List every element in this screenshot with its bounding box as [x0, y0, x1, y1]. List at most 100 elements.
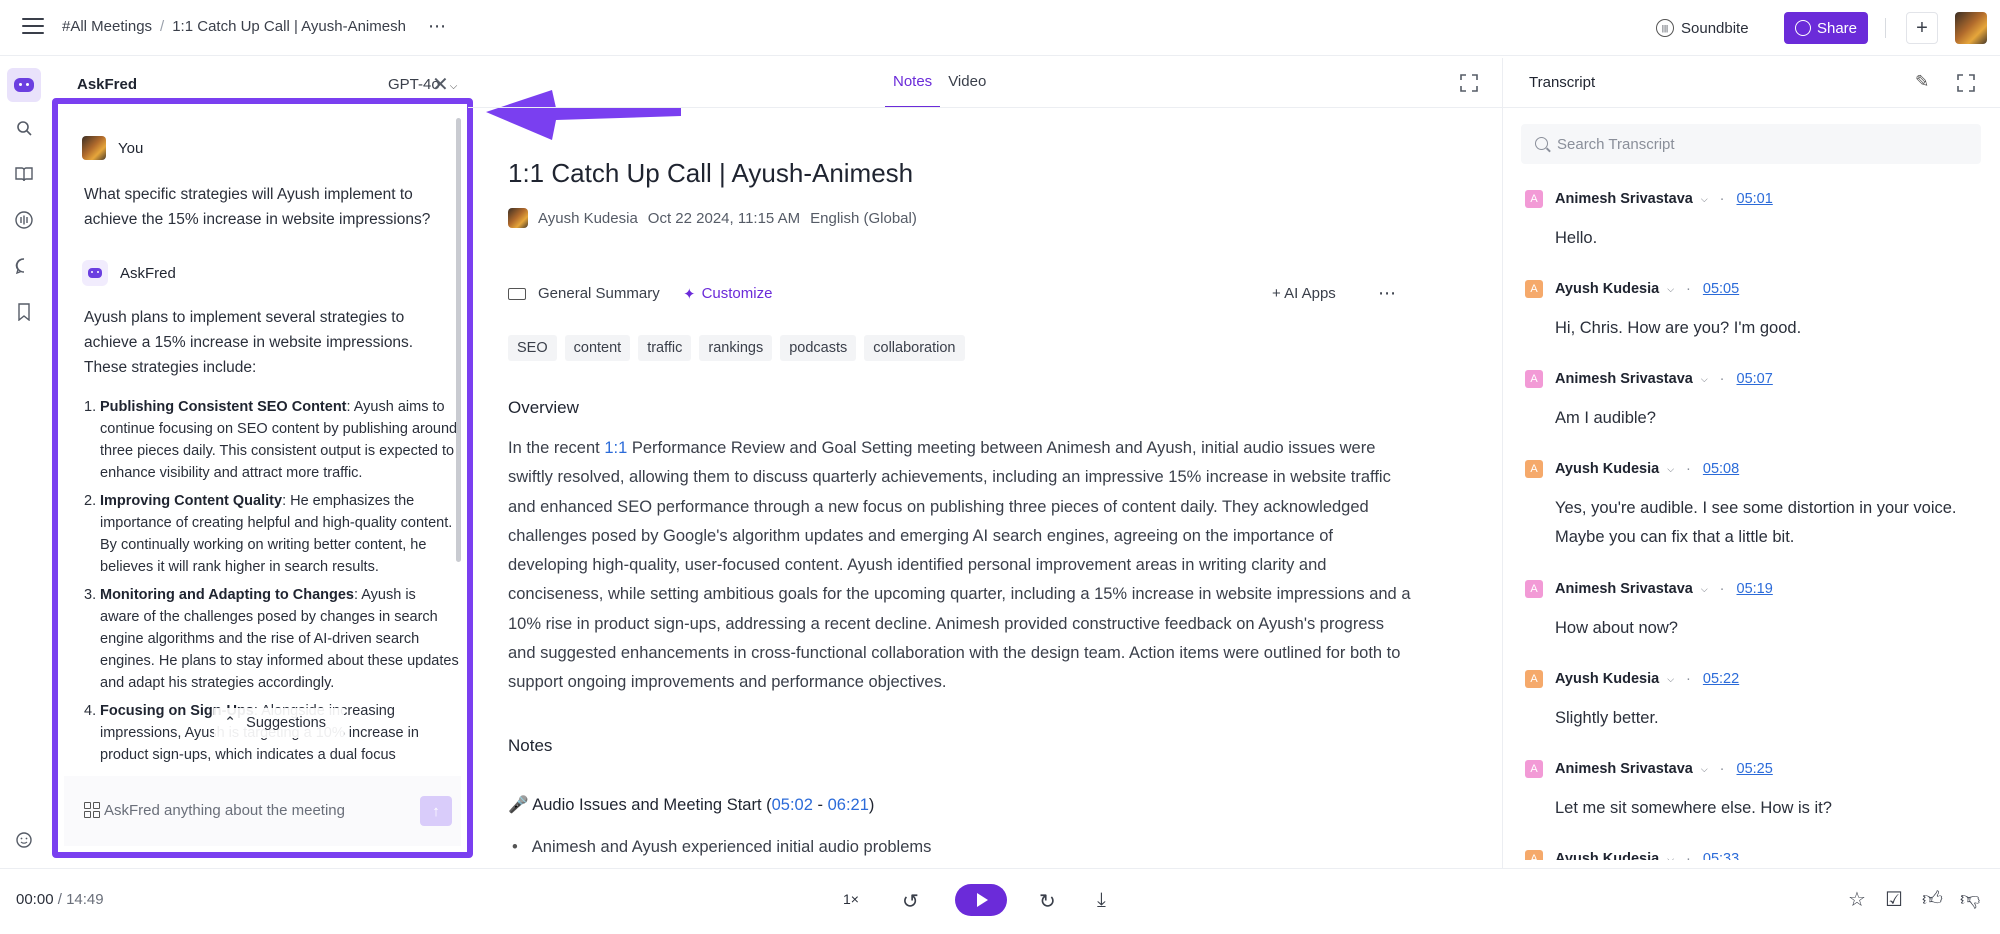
transcript-speaker-row: A Animesh Srivastava ⌵ · 05:07 — [1525, 368, 1985, 390]
soundbite-button[interactable]: ||| Soundbite — [1656, 14, 1749, 42]
comments-rail-button[interactable] — [12, 254, 36, 278]
fullscreen-icon[interactable] — [1460, 74, 1478, 92]
soundwave-icon — [15, 211, 33, 229]
askfred-input-bar: ↑ — [64, 776, 461, 846]
timestamp-link[interactable]: 05:08 — [1703, 461, 1739, 477]
speaker-badge: A — [1525, 580, 1543, 598]
expand-icon[interactable] — [1957, 74, 1975, 92]
thumbs-up-icon[interactable]: 👍︎ — [1922, 887, 1943, 911]
soundbite-rail-button[interactable] — [12, 208, 36, 232]
chevron-down-icon[interactable]: ⌵ — [1701, 374, 1708, 385]
speaker-name[interactable]: Ayush Kudesia — [1555, 671, 1659, 687]
tab-notes[interactable]: Notes — [885, 58, 941, 108]
divider — [468, 107, 1502, 108]
timestamp-link[interactable]: 05:05 — [1703, 281, 1739, 297]
emoji-rail-button[interactable] — [12, 828, 36, 852]
tag[interactable]: content — [564, 335, 631, 361]
search-icon — [1535, 137, 1548, 150]
chevron-down-icon[interactable]: ⌵ — [1667, 674, 1674, 685]
transcript-entry: A Ayush Kudesia ⌵ · 05:33 — [1525, 848, 1985, 860]
user-avatar-small — [82, 136, 106, 160]
askfred-scrollbar[interactable] — [456, 118, 461, 562]
timestamp-link[interactable]: 05:22 — [1703, 671, 1739, 687]
breadcrumb: #All Meetings/1:1 Catch Up Call | Ayush-… — [62, 18, 406, 35]
ai-apps-button[interactable]: + AI Apps — [1272, 285, 1336, 302]
overview-text: In the recent 1:1 Performance Review and… — [508, 439, 1411, 692]
suggestions-button[interactable]: ⌃ Suggestions — [214, 708, 344, 738]
summary-toolbar: General Summary ✦ Customize + AI Apps ⋯ — [508, 283, 1404, 307]
separator-dot: · — [1719, 761, 1725, 777]
speaker-name[interactable]: Ayush Kudesia — [1555, 281, 1659, 297]
divider — [1885, 18, 1886, 38]
timestamp-link[interactable]: 05:25 — [1737, 761, 1773, 777]
author-avatar — [508, 208, 528, 228]
speaker-name[interactable]: Ayush Kudesia — [1555, 461, 1659, 477]
bookmark-rail-button[interactable] — [12, 300, 36, 324]
speed-button[interactable]: 1× — [843, 891, 859, 907]
rewind-icon[interactable]: ↺ — [902, 889, 919, 914]
timestamp-link[interactable]: 05:07 — [1737, 371, 1773, 387]
chevron-down-icon[interactable]: ⌵ — [1667, 284, 1674, 295]
grid-icon[interactable] — [84, 802, 100, 818]
transcript-speaker-row: A Ayush Kudesia ⌵ · 05:08 — [1525, 458, 1985, 480]
chevron-down-icon[interactable]: ⌵ — [1701, 764, 1708, 775]
tag[interactable]: rankings — [699, 335, 773, 361]
separator-dot: · — [1719, 581, 1725, 597]
chevron-down-icon[interactable]: ⌵ — [1701, 584, 1708, 595]
tag[interactable]: collaboration — [864, 335, 965, 361]
tag[interactable]: SEO — [508, 335, 557, 361]
askfred-conversation[interactable]: You What specific strategies will Ayush … — [64, 110, 461, 772]
chevron-down-icon[interactable]: ⌵ — [1667, 464, 1674, 475]
search-rail-button[interactable] — [12, 116, 36, 140]
menu-icon[interactable] — [22, 18, 44, 36]
chevron-down-icon[interactable]: ⌵ — [1667, 854, 1674, 861]
speaker-name[interactable]: Animesh Srivastava — [1555, 581, 1693, 597]
add-button[interactable]: + — [1906, 12, 1938, 44]
transcript-speaker-row: A Ayush Kudesia ⌵ · 05:05 — [1525, 278, 1985, 300]
checkbox-icon[interactable]: ☑ — [1885, 887, 1903, 912]
tab-video[interactable]: Video — [940, 58, 994, 108]
speaker-name[interactable]: Animesh Srivastava — [1555, 761, 1693, 777]
customize-button[interactable]: ✦ Customize — [683, 285, 772, 303]
timestamp-link[interactable]: 05:19 — [1737, 581, 1773, 597]
chevron-down-icon[interactable]: ⌵ — [1701, 194, 1708, 205]
timestamp-link[interactable]: 06:21 — [828, 796, 869, 814]
video-camera-icon — [508, 287, 526, 300]
chevrons-up-icon: ⌃ — [224, 715, 237, 731]
notes-heading: Notes — [508, 736, 553, 755]
edit-icon[interactable]: ✎ — [1915, 72, 1929, 92]
summary-selector[interactable]: General Summary — [508, 285, 660, 302]
share-button[interactable]: Share — [1784, 12, 1868, 44]
timestamp-link[interactable]: 05:02 — [772, 796, 813, 814]
book-rail-button[interactable] — [12, 162, 36, 186]
breadcrumb-all-meetings[interactable]: #All Meetings — [62, 18, 152, 35]
more-options-icon[interactable]: ⋯ — [428, 16, 447, 37]
separator-dot: · — [1686, 281, 1691, 297]
timestamp-link[interactable]: 05:01 — [1737, 191, 1773, 207]
thumbs-down-icon[interactable]: 👎︎ — [1960, 887, 1980, 911]
play-button[interactable] — [955, 884, 1007, 916]
transcript-speaker-row: A Animesh Srivastava ⌵ · 05:19 — [1525, 578, 1985, 600]
forward-icon[interactable]: ↻ — [1039, 889, 1056, 914]
transcript-search-input[interactable] — [1557, 130, 1957, 158]
more-options-icon[interactable]: ⋯ — [1378, 283, 1397, 304]
transcript-title: Transcript — [1529, 74, 1596, 91]
download-icon[interactable]: ⤓ — [1097, 889, 1106, 912]
transcript-list[interactable]: A Animesh Srivastava ⌵ · 05:01 Hello. A Ayush K… — [1503, 188, 2000, 860]
star-icon[interactable]: ☆ — [1848, 887, 1866, 912]
summary-label: General Summary — [538, 285, 660, 302]
send-button[interactable]: ↑ — [420, 796, 452, 826]
close-icon[interactable]: ✕ — [432, 72, 449, 97]
speaker-name[interactable]: Ayush Kudesia — [1555, 851, 1659, 860]
askfred-rail-button[interactable] — [7, 68, 41, 102]
askfred-input[interactable] — [104, 794, 364, 826]
transcript-speaker-row: A Ayush Kudesia ⌵ · 05:22 — [1525, 668, 1985, 690]
user-avatar[interactable] — [1955, 12, 1987, 44]
overview-link[interactable]: 1:1 — [604, 439, 627, 457]
transcript-entry: A Animesh Srivastava ⌵ · 05:07 Am I audible? — [1525, 368, 1985, 433]
tag[interactable]: podcasts — [780, 335, 857, 361]
speaker-name[interactable]: Animesh Srivastava — [1555, 191, 1693, 207]
timestamp-link[interactable]: 05:33 — [1703, 851, 1739, 860]
speaker-name[interactable]: Animesh Srivastava — [1555, 371, 1693, 387]
tag[interactable]: traffic — [638, 335, 692, 361]
